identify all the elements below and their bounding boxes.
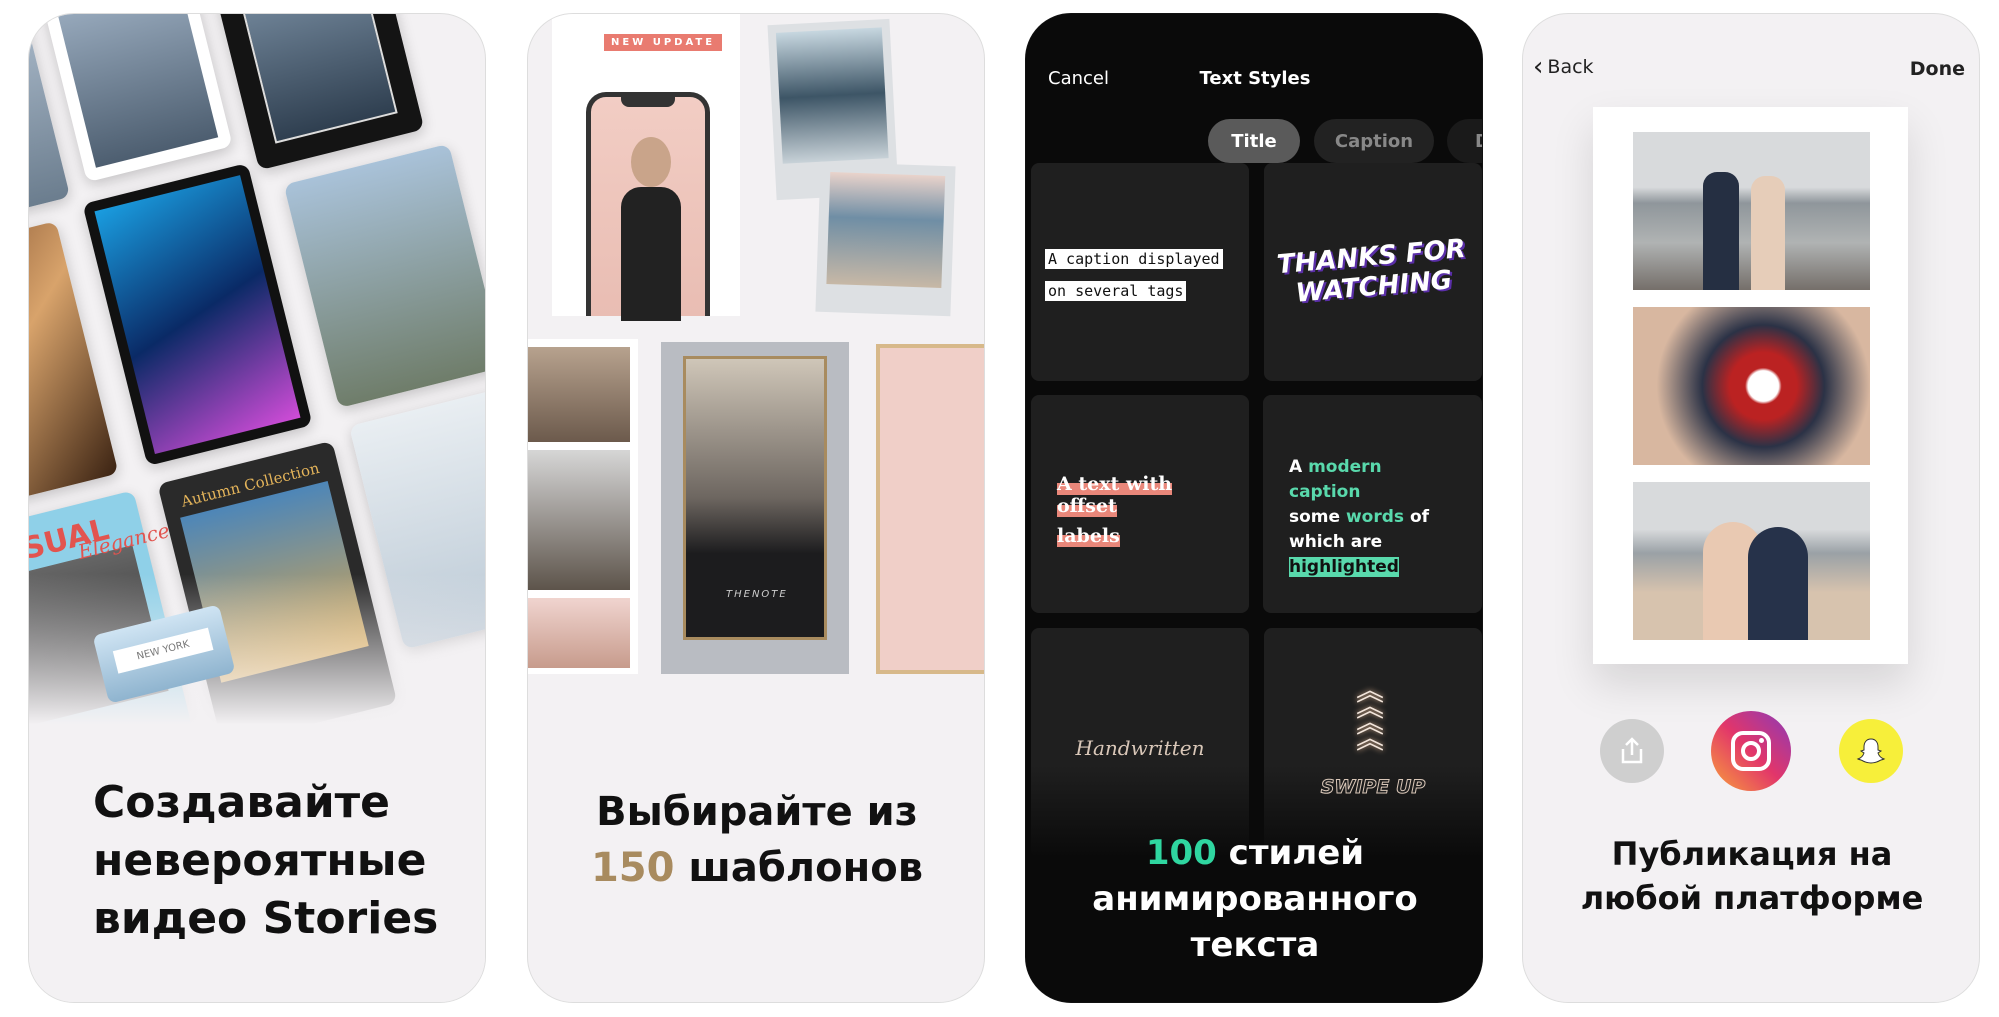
template-card — [38, 14, 233, 183]
caption-line: Публикация на — [1611, 835, 1893, 873]
template-card — [201, 14, 425, 171]
back-button[interactable]: ‹ Back — [1533, 52, 1594, 82]
style-tile-handwritten[interactable]: Handwritten — [1031, 628, 1249, 858]
panel-caption: Создавайте невероятные видео Stories — [93, 774, 438, 948]
caption-line: любой платформе — [1580, 879, 1924, 917]
template-card-new-update: NEW UPDATE — [552, 14, 740, 321]
template-card-pink — [876, 344, 984, 674]
preview-photo — [1633, 132, 1870, 290]
tab-next[interactable]: D — [1447, 119, 1482, 163]
style-tile-caption-tags[interactable]: A caption displayed on several tags — [1031, 163, 1249, 381]
caption-line: анимированного текста — [1092, 879, 1418, 965]
new-york-label: NEW YORK — [112, 627, 214, 674]
caption-line: 150 шаблонов — [590, 845, 924, 891]
style-tile-offset[interactable]: A text with offset labels — [1031, 395, 1249, 613]
share-button[interactable] — [1600, 719, 1664, 783]
template-count: 150 — [590, 845, 675, 891]
instagram-button[interactable] — [1711, 711, 1791, 791]
snapchat-icon — [1856, 738, 1886, 764]
polaroid-photo — [815, 161, 956, 317]
caption-line: Создавайте — [93, 777, 391, 828]
caption-line: видео Stories — [93, 893, 439, 944]
tab-title[interactable]: Title — [1208, 119, 1300, 163]
style-count: 100 — [1145, 833, 1217, 873]
preview-photo — [1633, 482, 1870, 640]
style-tile-swipe-up[interactable]: ︽ ︽ ︽ ︽ SWIPE UP — [1264, 628, 1482, 858]
story-preview — [1593, 107, 1908, 664]
template-card — [283, 143, 485, 408]
template-card-thenote: THENOTE — [661, 342, 849, 674]
tab-caption[interactable]: Caption — [1314, 119, 1434, 163]
thenote-label: THENOTE — [726, 589, 788, 600]
caption-line: 100 стилей — [1145, 833, 1365, 873]
instagram-icon — [1731, 731, 1771, 771]
template-card — [82, 162, 313, 467]
panel-caption: Выбирайте из 150 шаблонов — [528, 784, 984, 896]
preview-photo — [1633, 307, 1870, 465]
done-button[interactable]: Done — [1910, 58, 1965, 80]
panel-caption: Публикация на любой платформе — [1523, 832, 1979, 920]
style-tile-modern[interactable]: A modern caption some words of which are… — [1263, 395, 1482, 613]
style-tile-thanks[interactable]: THANKS FOR WATCHING — [1264, 163, 1482, 381]
screenshot-panel-create-stories: CASUAL Autumn Collection Elegance NEW YO… — [28, 13, 486, 1003]
phone-mockup — [586, 92, 710, 321]
screenshot-panel-text-styles: Cancel Text Styles Title Caption D A cap… — [1025, 13, 1483, 1003]
caption-line: Выбирайте из — [596, 789, 918, 835]
snapchat-button[interactable] — [1839, 719, 1903, 783]
screenshot-panel-templates: NEW UPDATE THENOTE Выбирайте из 150 шабл… — [527, 13, 985, 1003]
chevron-left-icon: ‹ — [1533, 52, 1544, 82]
panel-caption: 100 стилей анимированного текста — [1026, 830, 1482, 968]
new-update-badge: NEW UPDATE — [604, 34, 723, 51]
chevrons-up-icon: ︽ ︽ ︽ ︽ — [1356, 674, 1385, 755]
caption-line: невероятные — [93, 835, 427, 886]
template-card-collage — [528, 339, 638, 674]
screenshot-panel-publish: ‹ Back Done Публикация на любой платформе — [1522, 13, 1980, 1003]
screen-title: Text Styles — [1199, 68, 1311, 89]
share-icon — [1621, 737, 1643, 764]
